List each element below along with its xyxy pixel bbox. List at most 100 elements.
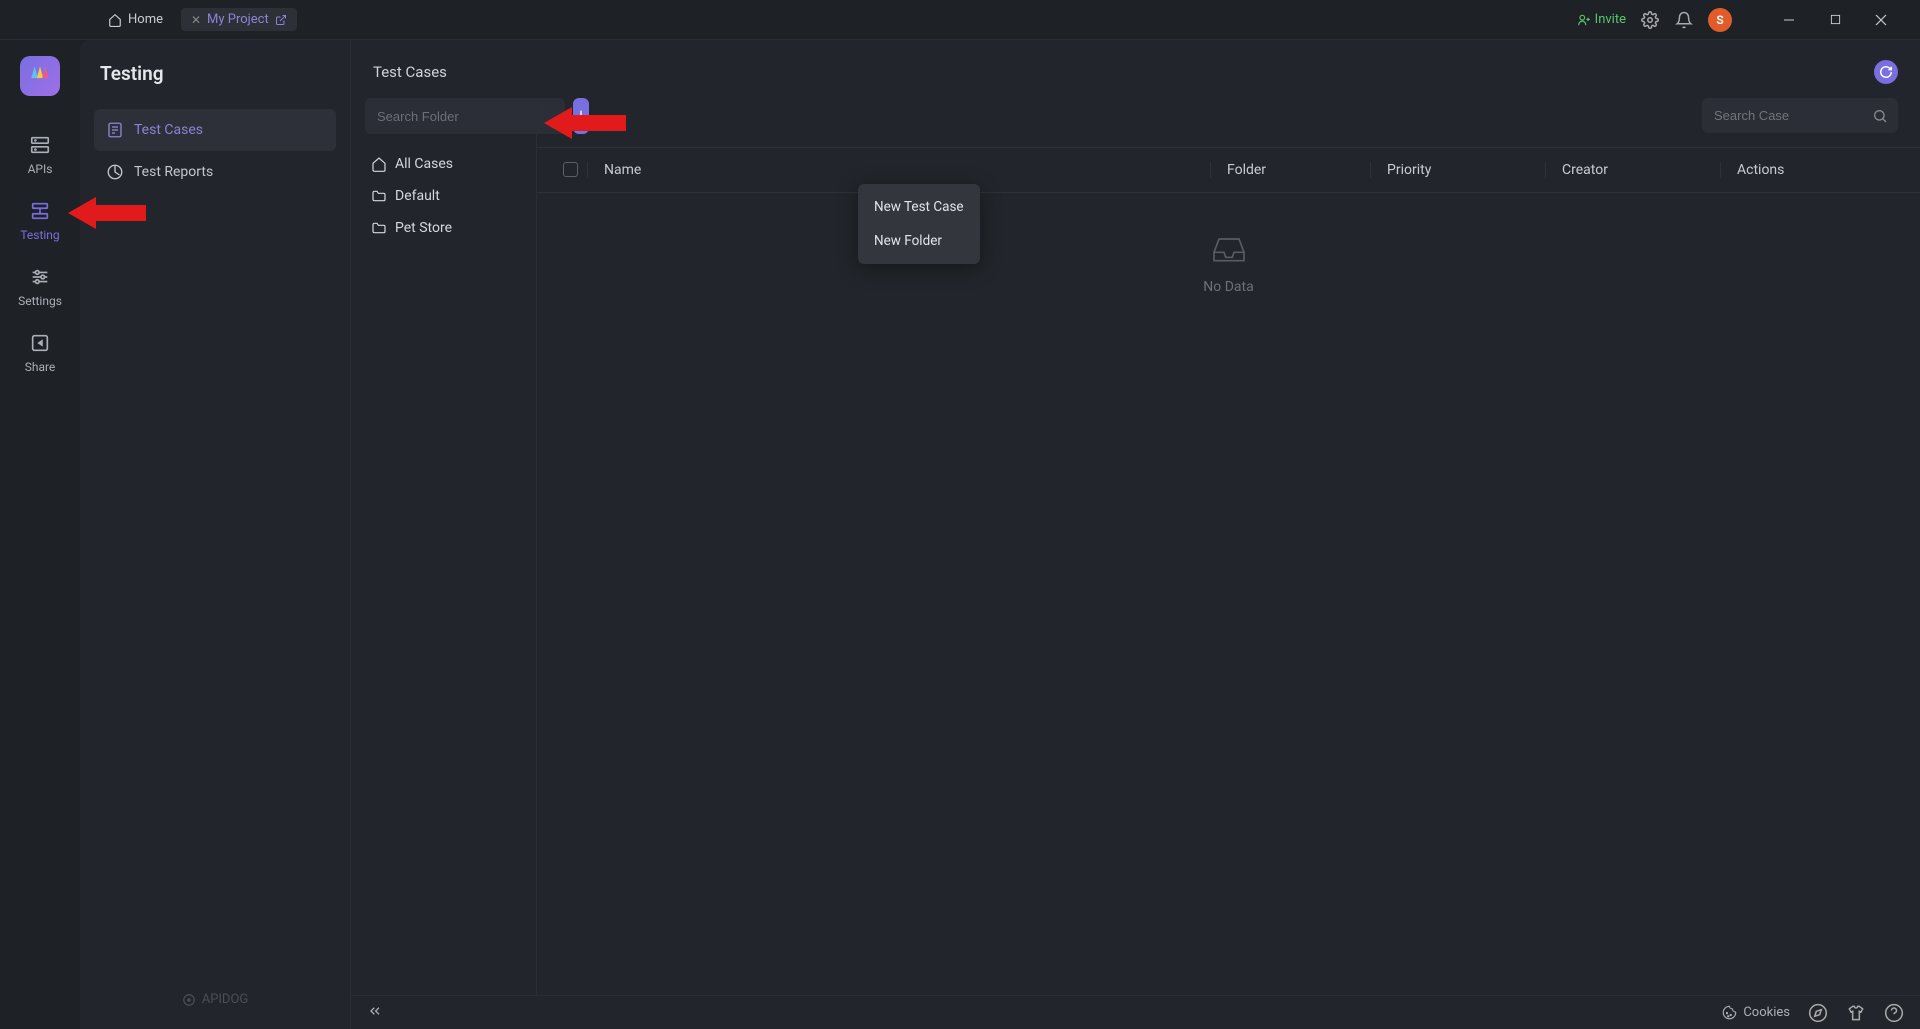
logo-icon	[27, 63, 53, 89]
th-actions: Actions	[1720, 162, 1920, 178]
folder-panel: All Cases Default Pet Store	[351, 98, 536, 995]
titlebar-right: Invite S	[1577, 4, 1912, 36]
table-area: Name Folder Priority Creator Actions No …	[536, 98, 1920, 995]
table-header: Name Folder Priority Creator Actions	[537, 147, 1920, 193]
maximize-button[interactable]	[1812, 4, 1858, 36]
home-outline-icon	[371, 156, 387, 172]
tab-project[interactable]: ✕ My Project	[181, 8, 297, 31]
close-tab-icon[interactable]: ✕	[191, 13, 201, 27]
th-folder[interactable]: Folder	[1210, 162, 1370, 178]
dropdown-new-folder[interactable]: New Folder	[858, 224, 980, 258]
select-all-checkbox[interactable]	[563, 162, 578, 177]
titlebar-tabs: Home ✕ My Project	[8, 8, 1577, 31]
rail-share-label: Share	[25, 360, 56, 374]
th-priority[interactable]: Priority	[1370, 162, 1545, 178]
invite-label: Invite	[1595, 12, 1626, 27]
brand-icon	[182, 993, 196, 1007]
minimize-button[interactable]	[1766, 4, 1812, 36]
cookies-label: Cookies	[1743, 1005, 1790, 1020]
tshirt-icon[interactable]	[1846, 1003, 1866, 1023]
rail-item-testing[interactable]: Testing	[0, 188, 80, 254]
sidebar-item-test-cases[interactable]: Test Cases	[94, 109, 336, 151]
apis-icon	[29, 134, 51, 156]
empty-state: No Data	[537, 193, 1920, 295]
folder-pet-store-label: Pet Store	[395, 220, 452, 236]
external-icon	[275, 14, 287, 26]
testing-icon	[29, 200, 51, 222]
minimize-icon	[1783, 14, 1795, 26]
footerbar: Cookies	[351, 995, 1920, 1029]
side-panel: Testing Test Cases Test Reports APIDOG	[80, 40, 350, 1029]
content-header: Test Cases	[351, 40, 1920, 98]
test-reports-icon	[106, 163, 124, 181]
collapse-panel-button[interactable]	[367, 1003, 383, 1023]
rail-settings-label: Settings	[18, 294, 62, 308]
folder-item-pet-store[interactable]: Pet Store	[365, 212, 526, 244]
page-title: Test Cases	[373, 63, 447, 81]
window-controls	[1766, 4, 1904, 36]
rail-item-share[interactable]: Share	[0, 320, 80, 386]
titlebar: Home ✕ My Project Invite S	[0, 0, 1920, 40]
folder-all-cases-label: All Cases	[395, 156, 453, 172]
sidebar-item-test-reports[interactable]: Test Reports	[94, 151, 336, 193]
search-case-wrap	[1702, 98, 1898, 133]
th-creator[interactable]: Creator	[1545, 162, 1720, 178]
folder-search-row	[365, 98, 526, 134]
icon-rail: APIs Testing Settings Share	[0, 40, 80, 1029]
maximize-icon	[1830, 14, 1841, 25]
test-cases-icon	[106, 121, 124, 139]
content-body: All Cases Default Pet Store	[351, 98, 1920, 995]
cookie-icon	[1722, 1005, 1737, 1020]
notifications-button[interactable]	[1674, 10, 1694, 30]
cookies-button[interactable]: Cookies	[1722, 1005, 1790, 1020]
side-footer: APIDOG	[94, 992, 336, 1007]
refresh-icon	[1879, 65, 1893, 79]
folder-item-all-cases[interactable]: All Cases	[365, 148, 526, 180]
sidebar-test-cases-label: Test Cases	[134, 122, 203, 138]
invite-icon	[1577, 13, 1591, 27]
inbox-icon	[1209, 233, 1249, 265]
brand-label: APIDOG	[202, 992, 249, 1007]
folder-icon	[371, 188, 387, 204]
footer-right: Cookies	[1722, 1003, 1904, 1023]
rail-item-apis[interactable]: APIs	[0, 122, 80, 188]
compass-icon[interactable]	[1808, 1003, 1828, 1023]
chevron-double-left-icon	[367, 1003, 383, 1019]
invite-button[interactable]: Invite	[1577, 12, 1626, 27]
settings-icon	[29, 266, 51, 288]
folder-icon	[371, 220, 387, 236]
tab-project-label: My Project	[207, 12, 269, 27]
close-icon	[1875, 14, 1887, 26]
bell-icon	[1675, 11, 1693, 29]
avatar-initial: S	[1716, 13, 1723, 27]
share-icon	[29, 332, 51, 354]
search-folder-input[interactable]	[365, 98, 565, 134]
side-panel-title: Testing	[94, 62, 336, 85]
avatar[interactable]: S	[1708, 8, 1732, 32]
dropdown-new-test-case[interactable]: New Test Case	[858, 190, 980, 224]
add-dropdown: New Test Case New Folder	[858, 184, 980, 264]
main-layout: APIs Testing Settings Share Testing Test…	[0, 40, 1920, 1029]
folder-default-label: Default	[395, 188, 440, 204]
folder-item-default[interactable]: Default	[365, 180, 526, 212]
content-area: Test Cases All Cases	[350, 40, 1920, 1029]
gear-icon	[1641, 11, 1659, 29]
th-name[interactable]: Name	[587, 162, 1210, 178]
settings-gear-button[interactable]	[1640, 10, 1660, 30]
rail-apis-label: APIs	[28, 162, 53, 176]
close-window-button[interactable]	[1858, 4, 1904, 36]
footer-left	[367, 1003, 383, 1023]
search-icon	[1872, 108, 1888, 124]
tab-home-label: Home	[128, 12, 163, 27]
help-icon[interactable]	[1884, 1003, 1904, 1023]
refresh-button[interactable]	[1874, 60, 1898, 84]
home-icon	[108, 13, 122, 27]
rail-testing-label: Testing	[20, 228, 59, 242]
th-select-all	[537, 162, 587, 178]
table-toolbar	[537, 98, 1920, 147]
empty-label: No Data	[1203, 279, 1253, 295]
rail-item-settings[interactable]: Settings	[0, 254, 80, 320]
tab-home[interactable]: Home	[98, 8, 173, 31]
app-logo[interactable]	[20, 56, 60, 96]
search-case-input[interactable]	[1702, 98, 1898, 133]
